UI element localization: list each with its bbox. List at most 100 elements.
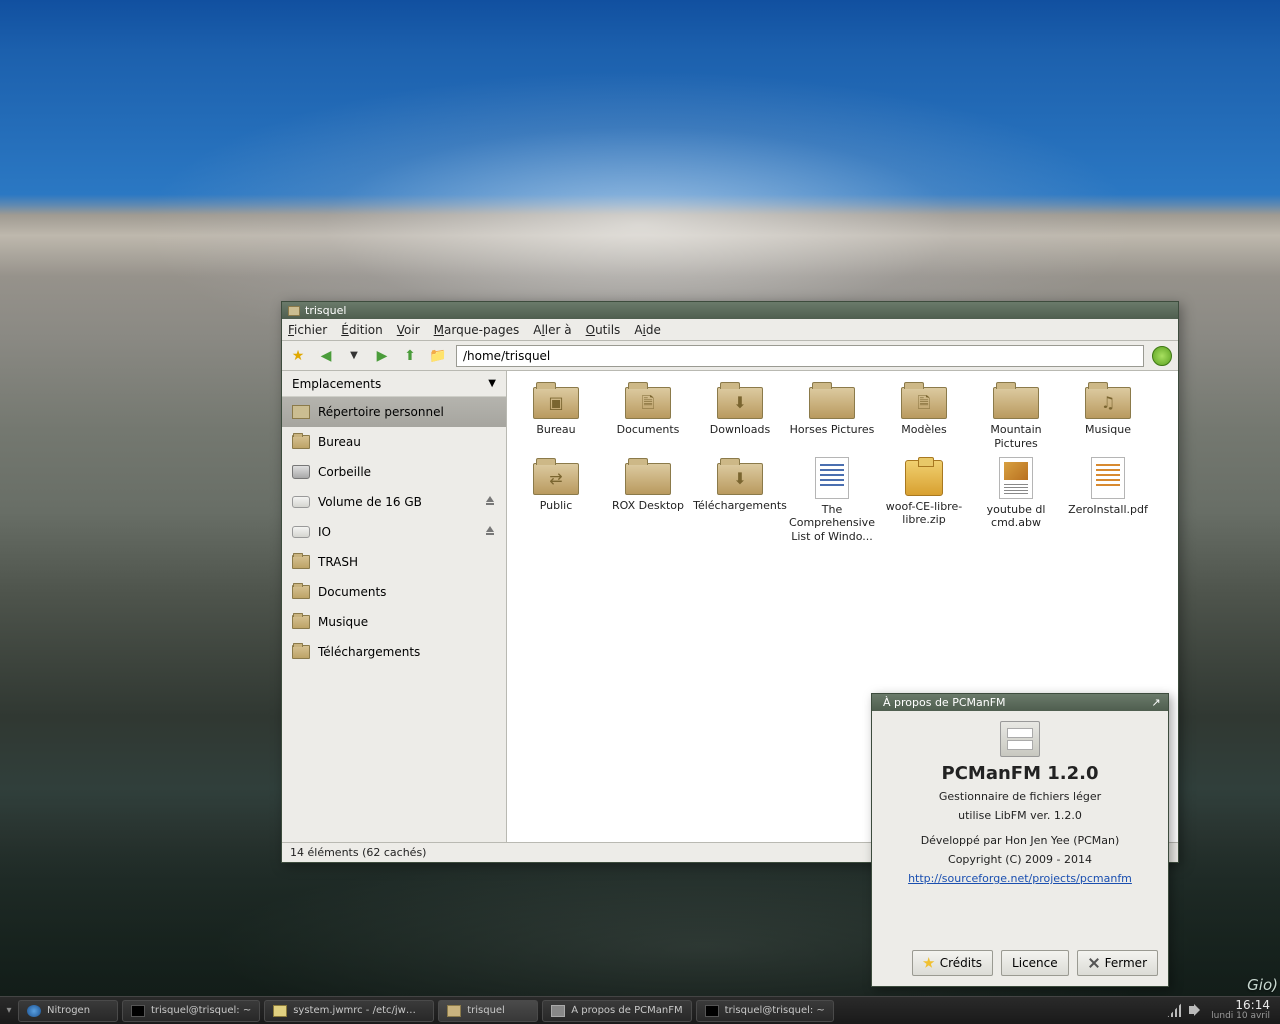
folder-icon: 🗎 [901, 387, 947, 419]
file-label: Mountain Pictures [971, 423, 1061, 451]
file-item[interactable]: ⬇Downloads [695, 381, 785, 451]
file-item[interactable]: ⇄Public [511, 457, 601, 544]
menu-fichier[interactable]: Fichier [288, 323, 327, 337]
taskbar-item-label: trisquel@trisquel: ~ [725, 1005, 825, 1016]
taskbar: ▾ Nitrogen trisquel@trisquel: ~ system.jwm… [0, 996, 1280, 1024]
folder-icon [292, 615, 310, 629]
file-label: Downloads [710, 423, 770, 437]
sidebar-item-3[interactable]: Volume de 16 GB [282, 487, 506, 517]
close-button[interactable]: Fermer [1077, 950, 1158, 976]
taskbar-item[interactable]: Nitrogen [18, 1000, 118, 1022]
licence-button[interactable]: Licence [1001, 950, 1069, 976]
taskbar-item-label: trisquel@trisquel: ~ [151, 1005, 251, 1016]
sidebar-item-label: IO [318, 525, 331, 539]
win-icon [551, 1005, 565, 1017]
sidebar: Emplacements ▼ Répertoire personnel Burea… [282, 371, 507, 842]
file-item[interactable]: ZeroInstall.pdf [1063, 457, 1153, 544]
taskbar-item[interactable]: À propos de PCManFM [542, 1000, 691, 1022]
sidebar-item-8[interactable]: Téléchargements [282, 637, 506, 667]
address-bar[interactable]: /home/trisquel [456, 345, 1144, 367]
file-label: Modèles [901, 423, 947, 437]
sidebar-item-0[interactable]: Répertoire personnel [282, 397, 506, 427]
menu-marque-pages[interactable]: Marque-pages [434, 323, 520, 337]
sidebar-header[interactable]: Emplacements ▼ [282, 371, 506, 397]
network-icon[interactable] [1167, 1003, 1181, 1017]
menu-édition[interactable]: Édition [341, 323, 383, 337]
sidebar-item-6[interactable]: Documents [282, 577, 506, 607]
about-desc-2: utilise LibFM ver. 1.2.0 [958, 809, 1082, 822]
credits-label: Crédits [940, 956, 982, 970]
licence-label: Licence [1012, 956, 1058, 970]
file-item[interactable]: woof-CE-libre-libre.zip [879, 457, 969, 544]
taskbar-menu-icon[interactable]: ▾ [4, 1000, 14, 1022]
menu-aller à[interactable]: Aller à [533, 323, 571, 337]
taskbar-item[interactable]: trisquel [438, 1000, 538, 1022]
sidebar-item-label: TRASH [318, 555, 358, 569]
menu-bar: Fichier Édition Voir Marque-pages Aller à Out… [282, 319, 1178, 341]
sidebar-item-5[interactable]: TRASH [282, 547, 506, 577]
about-developer: Développé par Hon Jen Yee (PCMan) [921, 834, 1120, 847]
maximize-icon[interactable]: ↗ [1150, 697, 1162, 709]
file-item[interactable]: ⬇ Téléchargements [695, 457, 785, 544]
sidebar-item-4[interactable]: IO [282, 517, 506, 547]
sidebar-item-7[interactable]: Musique [282, 607, 506, 637]
file-item[interactable]: youtube dl cmd.abw [971, 457, 1061, 544]
window-title: trisquel [305, 304, 346, 317]
up-button[interactable]: ⬆ [400, 346, 420, 366]
about-link[interactable]: http://sourceforge.net/projects/pcmanfm [908, 872, 1132, 885]
about-dialog: À propos de PCManFM ↗ PCManFM 1.2.0 Gest… [871, 693, 1169, 987]
clock[interactable]: 16:14 lundi 10 avril [1211, 999, 1270, 1022]
go-button[interactable] [1152, 346, 1172, 366]
taskbar-item-label: Nitrogen [47, 1005, 90, 1016]
back-button[interactable]: ◀ [316, 346, 336, 366]
window-titlebar[interactable]: trisquel [282, 302, 1178, 319]
file-label: Horses Pictures [790, 423, 875, 437]
file-label: youtube dl cmd.abw [971, 503, 1061, 531]
taskbar-item[interactable]: system.jwmrc - /etc/jwm - ... [264, 1000, 434, 1022]
about-body: PCManFM 1.2.0 Gestionnaire de fichiers l… [872, 711, 1168, 942]
file-label: Téléchargements [693, 499, 787, 513]
file-label: ZeroInstall.pdf [1068, 503, 1148, 517]
trash-icon [292, 465, 310, 479]
menu-aide[interactable]: Aide [634, 323, 661, 337]
history-dropdown-icon[interactable]: ▼ [344, 346, 364, 366]
drive-icon [292, 526, 310, 538]
forward-button[interactable]: ▶ [372, 346, 392, 366]
file-item[interactable]: The Comprehensive List of Windo... [787, 457, 877, 544]
edit-icon [273, 1005, 287, 1017]
file-item[interactable]: ♫Musique [1063, 381, 1153, 451]
sidebar-item-1[interactable]: Bureau [282, 427, 506, 457]
file-icon [905, 460, 943, 496]
menu-outils[interactable]: Outils [586, 323, 621, 337]
file-item[interactable]: Horses Pictures [787, 381, 877, 451]
folder-icon [993, 387, 1039, 419]
eject-icon[interactable] [484, 526, 496, 538]
file-item[interactable]: ▣Bureau [511, 381, 601, 451]
eject-icon[interactable] [484, 496, 496, 508]
bookmark-icon[interactable]: ★ [288, 346, 308, 366]
sidebar-item-2[interactable]: Corbeille [282, 457, 506, 487]
volume-icon[interactable] [1189, 1003, 1203, 1017]
credits-button[interactable]: Crédits [912, 950, 993, 976]
file-item[interactable]: 🗎 Modèles [879, 381, 969, 451]
sidebar-header-label: Emplacements [292, 377, 381, 391]
file-item[interactable]: Mountain Pictures [971, 381, 1061, 451]
desktop-overlay-text: Gio) [1247, 976, 1278, 994]
menu-voir[interactable]: Voir [397, 323, 420, 337]
taskbar-item-label: system.jwmrc - /etc/jwm - ... [293, 1005, 425, 1016]
folder-icon [292, 585, 310, 599]
star-icon [923, 957, 935, 969]
taskbar-item[interactable]: trisquel@trisquel: ~ [122, 1000, 260, 1022]
folder-icon [809, 387, 855, 419]
folder-icon [625, 463, 671, 495]
close-label: Fermer [1105, 956, 1147, 970]
folder-icon [288, 306, 300, 316]
sidebar-item-label: Musique [318, 615, 368, 629]
sidebar-item-label: Bureau [318, 435, 361, 449]
taskbar-item[interactable]: trisquel@trisquel: ~ [696, 1000, 834, 1022]
file-item[interactable]: 🗎Documents [603, 381, 693, 451]
about-titlebar[interactable]: À propos de PCManFM ↗ [872, 694, 1168, 711]
file-item[interactable]: ROX Desktop [603, 457, 693, 544]
folder-icon: ⬇ [717, 463, 763, 495]
home-icon[interactable]: 📁 [428, 346, 448, 366]
